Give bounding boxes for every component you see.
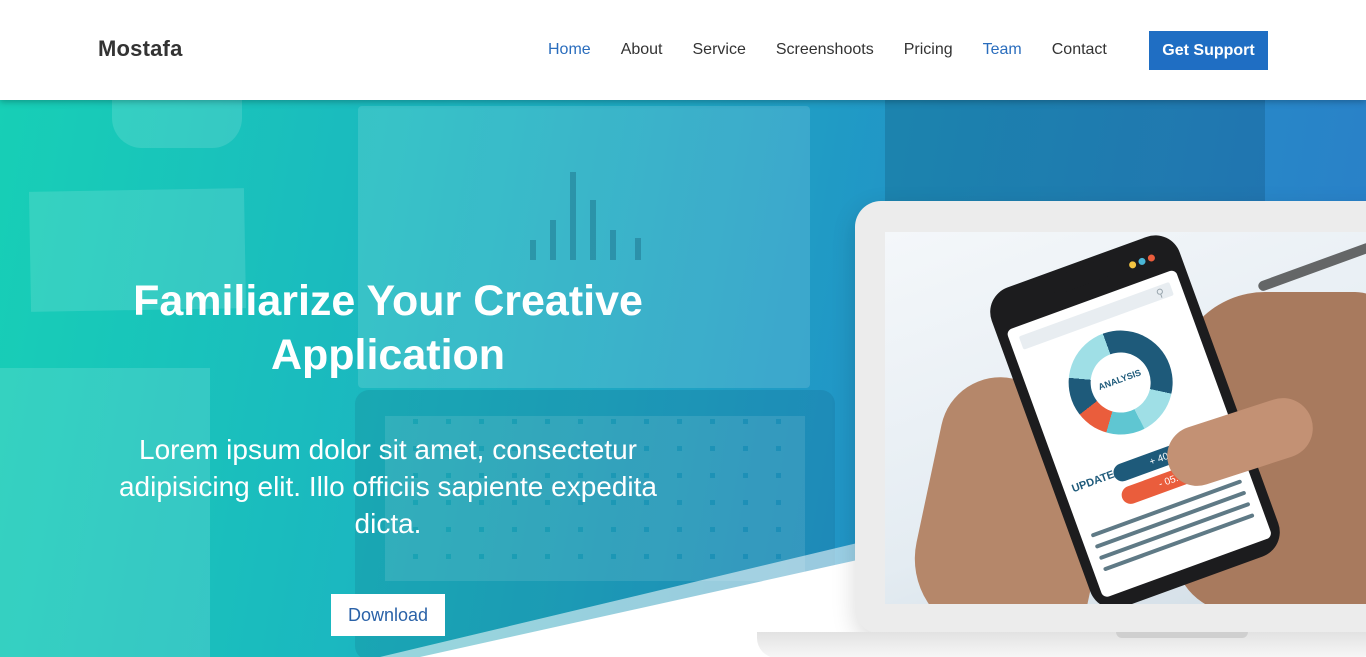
- laptop-hinge-notch: [1116, 632, 1248, 638]
- navbar: Mostafa Home About Service Screenshoots …: [0, 0, 1366, 100]
- laptop-screen-image: ⚲ ANALYSIS UPDATE + 40.25 $ - 05.75 $: [885, 232, 1366, 604]
- hero-section: Familiarize Your Creative Application Lo…: [0, 100, 1366, 657]
- laptop-base: [757, 632, 1366, 657]
- donut-center: ANALYSIS: [1082, 344, 1160, 421]
- list-line: [1098, 501, 1251, 561]
- nav-link-service[interactable]: Service: [693, 40, 746, 60]
- search-icon: ⚲: [1154, 286, 1167, 301]
- update-label: UPDATE: [1070, 468, 1117, 496]
- nav-link-home[interactable]: Home: [548, 40, 591, 60]
- nav-link-pricing[interactable]: Pricing: [904, 40, 953, 60]
- hero-title: Familiarize Your Creative Application: [133, 277, 643, 379]
- nav-link-team[interactable]: Team: [983, 40, 1022, 60]
- phone-status-dots: [1128, 253, 1156, 270]
- hero-description: Lorem ipsum dolor sit amet, consectetur …: [118, 434, 657, 539]
- laptop-mockup: ⚲ ANALYSIS UPDATE + 40.25 $ - 05.75 $: [855, 201, 1366, 634]
- phone-notch: [1046, 256, 1118, 297]
- list-line: [1094, 490, 1247, 549]
- get-support-button[interactable]: Get Support: [1149, 31, 1268, 70]
- download-button[interactable]: Download: [331, 594, 445, 636]
- nav-link-about[interactable]: About: [621, 40, 663, 60]
- nav-link-screenshoots[interactable]: Screenshoots: [776, 40, 874, 60]
- main-nav: Home About Service Screenshoots Pricing …: [548, 40, 1137, 60]
- analysis-label: ANALYSIS: [1096, 367, 1143, 393]
- brand-logo[interactable]: Mostafa: [98, 36, 183, 62]
- analysis-donut-chart: ANALYSIS: [1053, 315, 1188, 450]
- pen-shape: [1256, 241, 1366, 293]
- nav-link-contact[interactable]: Contact: [1052, 40, 1107, 60]
